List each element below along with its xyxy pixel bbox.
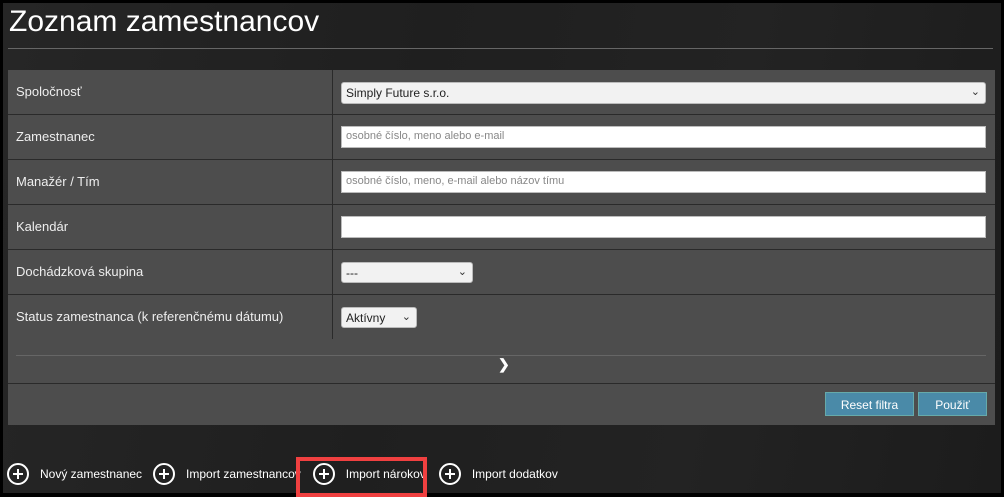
plus-circle-icon [153,463,176,485]
filter-row-employee: Zamestnanec osobné číslo, meno alebo e-m… [8,115,995,160]
import-amendments-button[interactable]: Import dodatkov [438,463,558,485]
chevron-down-icon: ⌄ [457,266,467,278]
status-select[interactable]: Aktívny ⌄ [341,307,417,328]
filter-row-company: Spoločnosť Simply Future s.r.o. ⌄ [8,70,995,115]
group-select[interactable]: --- ⌄ [341,262,473,283]
manager-input[interactable]: osobné číslo, meno, e-mail alebo názov t… [341,171,986,193]
filter-row-calendar: Kalendár [8,205,995,250]
filter-row-status: Status zamestnanca (k referenčnému dátum… [8,295,995,340]
new-employee-button[interactable]: Nový zamestnanec [7,463,142,485]
employee-input[interactable]: osobné číslo, meno alebo e-mail [341,126,986,148]
chevron-down-icon[interactable]: ❯ [498,356,510,373]
company-label: Spoločnosť [8,70,333,114]
filter-row-manager: Manažér / Tím osobné číslo, meno, e-mail… [8,160,995,205]
expand-filters[interactable]: ❯ [8,343,995,383]
divider [8,383,995,384]
page-title: Zoznam zamestnancov [9,5,320,38]
action-label: Nový zamestnanec [40,467,143,481]
apply-button[interactable]: Použiť [918,392,987,416]
action-label: Import zamestnancov [186,467,301,481]
employee-label: Zamestnanec [8,115,333,159]
manager-label: Manažér / Tím [8,160,333,204]
highlight-box [296,457,427,497]
import-employees-button[interactable]: Import zamestnancov [153,463,301,485]
calendar-label: Kalendár [8,205,333,249]
group-label: Dochádzková skupina [8,250,333,294]
group-value: --- [346,266,358,280]
chevron-down-icon: ⌄ [970,86,980,98]
filter-panel: Spoločnosť Simply Future s.r.o. ⌄ Zamestn… [8,70,995,425]
company-select[interactable]: Simply Future s.r.o. ⌄ [341,82,986,104]
plus-circle-icon [7,463,29,485]
action-label: Import dodatkov [471,467,558,481]
page: Zoznam zamestnancov Spoločnosť Simply Fu… [3,3,1001,497]
divider [8,48,993,49]
calendar-input[interactable] [341,216,986,238]
status-value: Aktívny [346,311,386,325]
reset-filter-button[interactable]: Reset filtra [825,392,914,416]
action-bar: Nový zamestnanec Import zamestnancov Imp… [7,462,569,486]
status-label: Status zamestnanca (k referenčnému dátum… [8,295,333,339]
company-value: Simply Future s.r.o. [346,86,450,100]
plus-circle-icon [438,463,461,485]
filter-row-group: Dochádzková skupina --- ⌄ [8,250,995,295]
chevron-down-icon: ⌄ [401,311,411,323]
